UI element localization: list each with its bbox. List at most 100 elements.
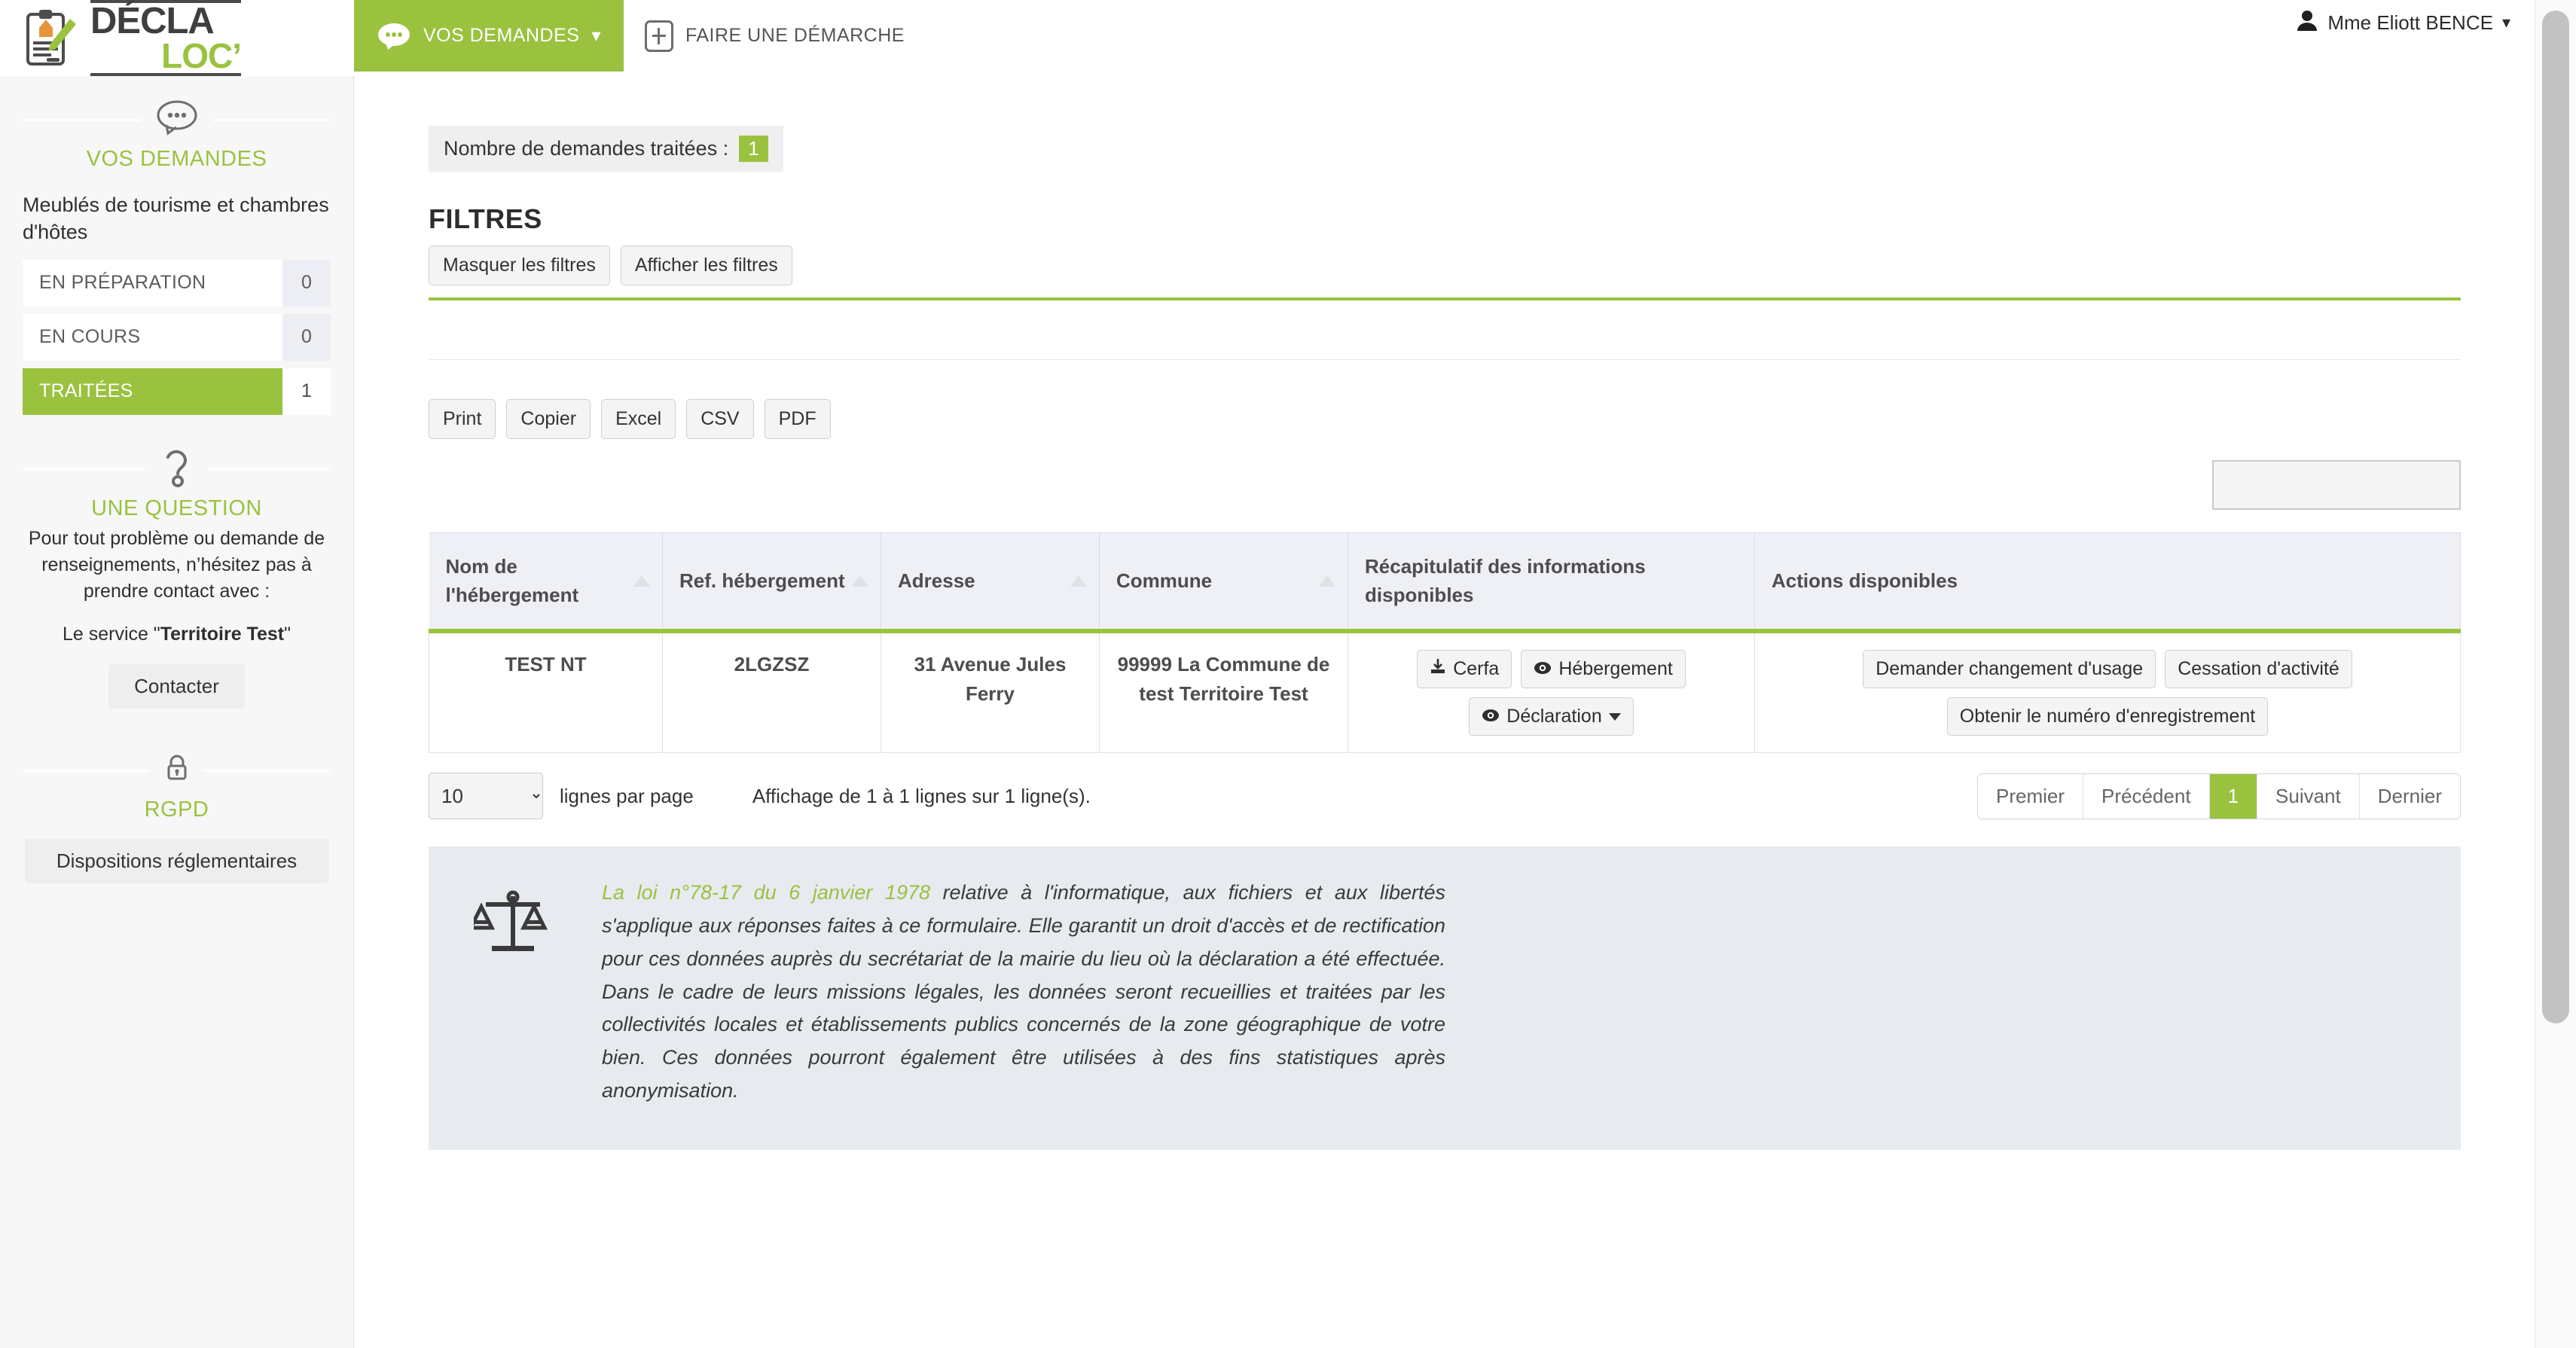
column-label: Adresse (898, 569, 975, 592)
masquer-les-filtres-button[interactable]: Masquer les filtres (429, 246, 610, 285)
obtenir-numero-enregistrement-button[interactable]: Obtenir le numéro d'enregistrement (1946, 697, 2269, 737)
declaration-dropdown-button[interactable]: Déclaration (1469, 697, 1634, 737)
plus-square-icon (644, 20, 673, 52)
rows-per-page-label: lignes par page (560, 784, 694, 807)
cell-recapitulatif: Cerfa Hébergement Déclaration (1348, 631, 1755, 754)
legal-notice: La loi n°78-17 du 6 janvier 1978 relativ… (429, 846, 2461, 1150)
table-body: TEST NT 2LGZSZ 31 Avenue Jules Ferry 999… (429, 631, 2461, 754)
logo-line-1: DÉCLA (90, 0, 215, 41)
table-pagination: 10 lignes par page Affichage de 1 à 1 li… (429, 773, 2461, 820)
pagination-button-group: Premier Précédent 1 Suivant Dernier (1977, 773, 2461, 819)
processed-count-label: Nombre de demandes traitées : (444, 137, 729, 160)
nav-tab-faire-une-demarche[interactable]: FAIRE UNE DÉMARCHE (624, 0, 926, 72)
caret-down-icon (1608, 712, 1621, 721)
table-header-row: Nom de l'hébergement Ref. hébergement Ad… (429, 532, 2461, 634)
filters-accent-rule (429, 297, 2461, 300)
cell-ref-hebergement: 2LGZSZ (662, 631, 881, 754)
sidebar-section-title-demands: VOS DEMANDES (86, 147, 267, 171)
speech-bubble-icon (377, 22, 411, 50)
excel-button[interactable]: Excel (601, 399, 676, 439)
column-header-nom-hebergement[interactable]: Nom de l'hébergement (429, 532, 663, 634)
pdf-button[interactable]: PDF (764, 399, 831, 439)
scrollbar-thumb[interactable] (2542, 11, 2569, 1023)
sidebar-item-traitees[interactable]: TRAITÉES 1 (23, 367, 331, 415)
nav-tab-vos-demandes[interactable]: VOS DEMANDES ▾ (354, 0, 624, 72)
chevron-down-icon: ▾ (2501, 13, 2510, 32)
pagination-page-1-button[interactable]: 1 (2209, 773, 2258, 819)
download-icon (1430, 658, 1446, 680)
demands-table: Nom de l'hébergement Ref. hébergement Ad… (429, 532, 2461, 754)
eye-icon (1534, 658, 1552, 680)
sidebar-item-label: EN COURS (39, 326, 141, 348)
contacter-button[interactable]: Contacter (108, 663, 245, 709)
legal-law-link[interactable]: La loi n°78-17 du 6 janvier 1978 (602, 881, 930, 904)
column-header-commune[interactable]: Commune (1099, 532, 1348, 634)
table-row: TEST NT 2LGZSZ 31 Avenue Jules Ferry 999… (429, 631, 2461, 754)
pagination-dernier-button[interactable]: Dernier (2359, 773, 2460, 819)
column-label: Récapitulatif des informations disponibl… (1365, 555, 1646, 606)
user-name: Mme Eliott BENCE (2327, 11, 2493, 34)
column-header-recapitulatif: Récapitulatif des informations disponibl… (1348, 532, 1755, 634)
service-suffix: " (284, 623, 291, 645)
button-label: Cerfa (1453, 658, 1500, 680)
search-input[interactable] (2212, 460, 2461, 510)
rows-per-page-select[interactable]: 10 (429, 773, 543, 820)
clipboard-pencil-icon (23, 8, 80, 69)
user-icon (2296, 9, 2318, 37)
filters-heading: FILTRES (429, 203, 542, 234)
csv-button[interactable]: CSV (686, 399, 754, 439)
cerfa-button[interactable]: Cerfa (1417, 650, 1512, 689)
app-logo[interactable]: DÉCLA LOC’ (0, 0, 354, 78)
sort-ascending-icon[interactable] (852, 575, 868, 587)
print-button[interactable]: Print (429, 399, 496, 439)
pagination-precedent-button[interactable]: Précédent (2083, 773, 2210, 819)
logo-line-2: LOC’ (161, 35, 242, 75)
service-name: Territoire Test (160, 623, 285, 645)
cell-actions: Demander changement d'usage Cessation d'… (1754, 631, 2461, 754)
cessation-activite-button[interactable]: Cessation d'activité (2165, 650, 2352, 689)
copier-button[interactable]: Copier (506, 399, 591, 439)
sort-ascending-icon[interactable] (1319, 575, 1335, 587)
app-header: DÉCLA LOC’ VOS DEMANDES ▾ FAIRE UNE DÉMA… (0, 0, 2535, 78)
column-header-ref-hebergement[interactable]: Ref. hébergement (662, 532, 881, 634)
cell-adresse: 31 Avenue Jules Ferry (881, 631, 1100, 754)
search-row (429, 460, 2461, 510)
page-scrollbar[interactable] (2535, 0, 2576, 1348)
pagination-suivant-button[interactable]: Suivant (2257, 773, 2360, 819)
legal-body-text: relative à l'informatique, aux fichiers … (602, 881, 1445, 1102)
speech-bubble-icon (140, 99, 213, 139)
column-label: Actions disponibles (1772, 569, 1958, 592)
service-prefix: Le service " (62, 623, 160, 645)
demander-changement-usage-button[interactable]: Demander changement d'usage (1863, 650, 2156, 689)
sidebar-item-en-cours[interactable]: EN COURS 0 (23, 313, 331, 361)
eye-icon (1482, 706, 1500, 727)
processed-count-badge: Nombre de demandes traitées : 1 (429, 126, 783, 172)
sidebar-rgpd-divider (23, 743, 331, 796)
sort-ascending-icon[interactable] (1070, 575, 1087, 587)
question-mark-icon (145, 443, 209, 494)
logo-wordmark: DÉCLA LOC’ (90, 0, 242, 78)
sidebar-item-count: 1 (282, 367, 331, 415)
sidebar-item-label: EN PRÉPARATION (39, 272, 206, 294)
sidebar-item-count: 0 (282, 259, 331, 307)
nav-tab-label: VOS DEMANDES (423, 25, 580, 46)
chevron-down-icon: ▾ (591, 26, 601, 46)
sidebar-item-label: TRAITÉES (39, 380, 133, 402)
sidebar-question-divider (23, 442, 331, 495)
scales-of-justice-icon (467, 877, 557, 963)
sidebar-service-line: Le service "Territoire Test" (0, 605, 353, 648)
sort-ascending-icon[interactable] (633, 575, 650, 587)
dispositions-reglementaires-button[interactable]: Dispositions réglementaires (24, 838, 329, 883)
section-divider (429, 359, 2461, 360)
sidebar-demands-subtitle: Meublés de tourisme et chambres d'hôtes (23, 194, 329, 244)
hebergement-button[interactable]: Hébergement (1521, 650, 1686, 689)
cell-commune: 99999 La Commune de test Territoire Test (1099, 631, 1348, 754)
column-header-adresse[interactable]: Adresse (881, 532, 1100, 634)
lock-icon (149, 752, 204, 787)
app-root: DÉCLA LOC’ VOS DEMANDES ▾ FAIRE UNE DÉMA… (0, 0, 2576, 1348)
sidebar-item-en-preparation[interactable]: EN PRÉPARATION 0 (23, 259, 331, 307)
afficher-les-filtres-button[interactable]: Afficher les filtres (620, 246, 792, 285)
pagination-premier-button[interactable]: Premier (1978, 773, 2084, 819)
sidebar: VOS DEMANDES Meublés de tourisme et cham… (0, 76, 354, 1348)
user-menu[interactable]: Mme Eliott BENCE ▾ (2296, 0, 2535, 45)
